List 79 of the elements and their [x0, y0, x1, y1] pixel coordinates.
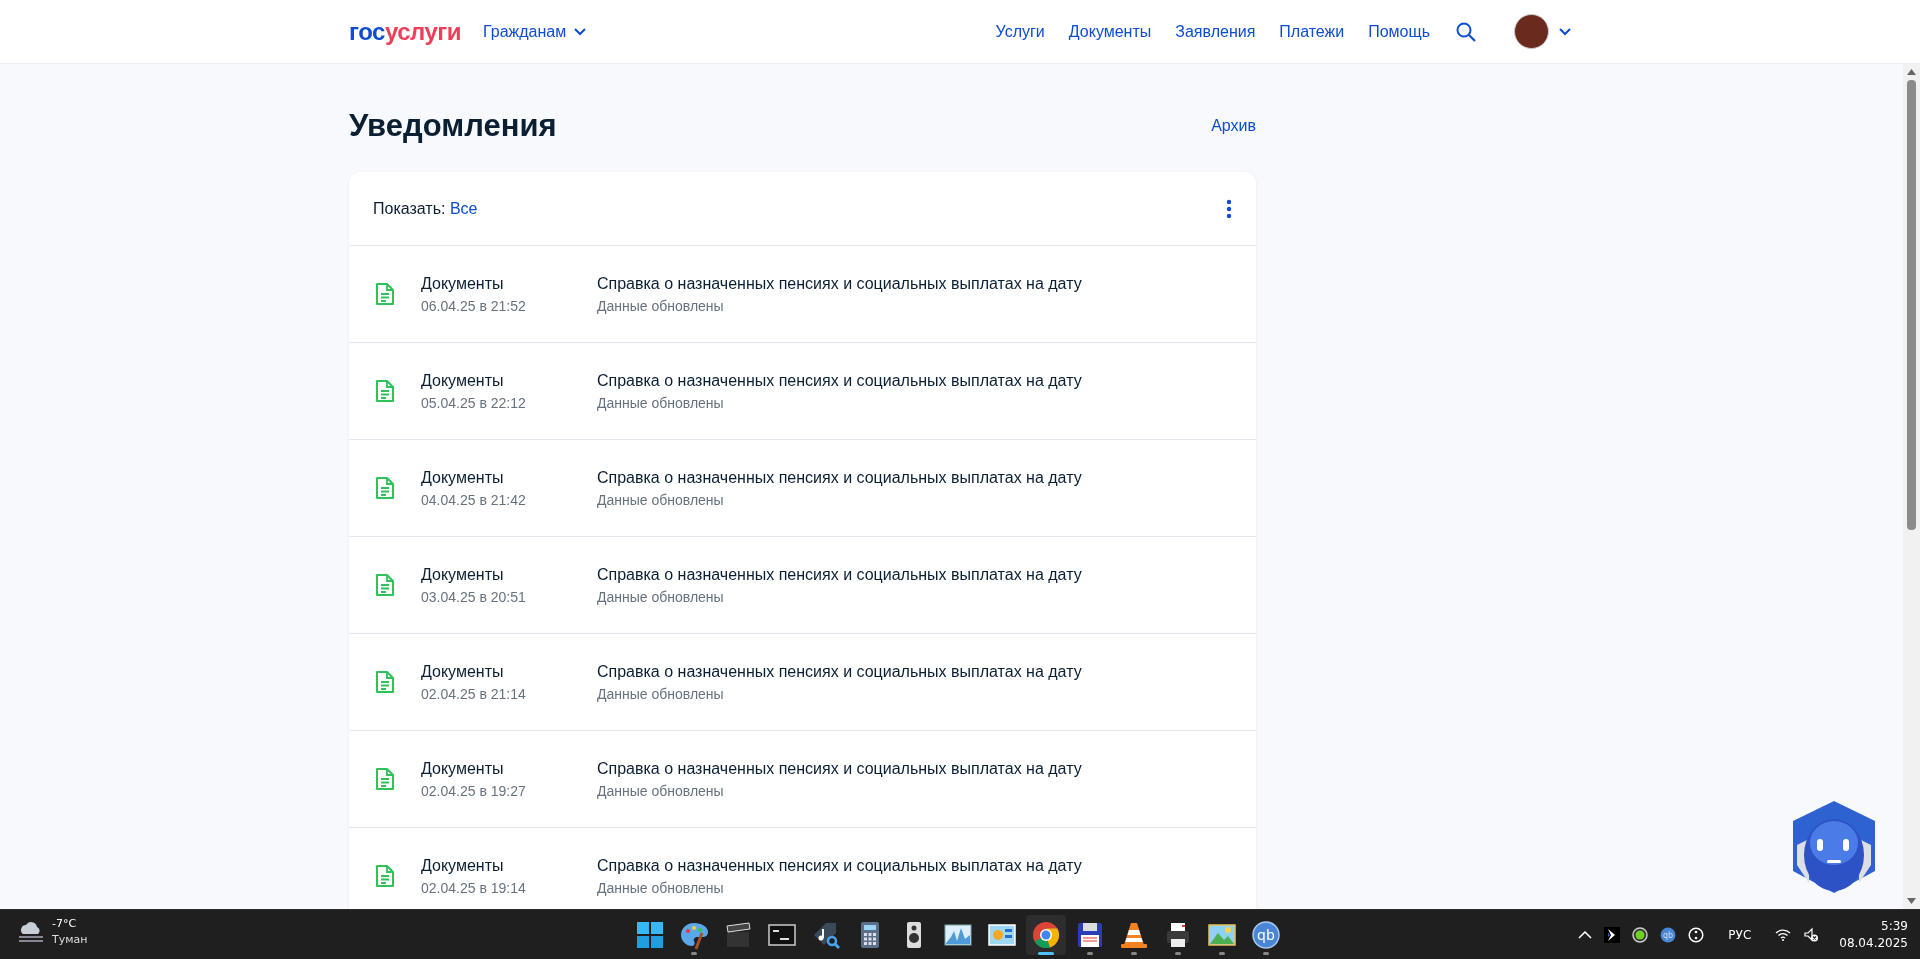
speaker-muted-icon[interactable]	[1803, 926, 1820, 943]
notification-title: Справка о назначенных пенсиях и социальных выплатах на дату	[597, 759, 1082, 778]
weather-condition: Туман	[52, 932, 88, 948]
taskbar-app[interactable]: qb	[1246, 914, 1286, 955]
notification-title: Справка о назначенных пенсиях и социальных выплатах на дату	[597, 274, 1082, 293]
notification-date: 03.04.25 в 20:51	[421, 588, 527, 605]
notification-title: Справка о назначенных пенсиях и социальных выплатах на дату	[597, 371, 1082, 390]
nav-link[interactable]: Помощь	[1368, 22, 1430, 41]
notification-status: Данные обновлены	[597, 685, 725, 702]
notification-date: 02.04.25 в 21:14	[421, 685, 527, 702]
filter-label: Показать: Все	[373, 199, 478, 218]
nav-link[interactable]: Заявления	[1175, 22, 1256, 41]
notification-title: Справка о назначенных пенсиях и социальных выплатах на дату	[597, 856, 1082, 875]
archive-link[interactable]: Архив	[1211, 117, 1256, 135]
document-icon	[375, 282, 395, 306]
chevron-down-icon[interactable]	[1559, 27, 1571, 36]
taskbar-app[interactable]	[1026, 914, 1066, 955]
notification-row[interactable]: Документы 05.04.25 в 22:12 Справка о назначенных пенсиях и социальных выплатах на дату Данные обновлены	[349, 343, 1256, 439]
notification-row[interactable]: Документы 03.04.25 в 20:51 Справка о назначенных пенсиях и социальных выплатах на дату Данные обновлены	[349, 537, 1256, 633]
weather-temperature: -7°C	[52, 916, 78, 932]
notification-category: Документы	[421, 662, 505, 681]
more-options-icon[interactable]	[1226, 198, 1232, 219]
app-label: qb	[1663, 930, 1674, 940]
notification-date: 02.04.25 в 19:14	[421, 879, 527, 896]
avatar[interactable]	[1514, 14, 1549, 49]
nav-link[interactable]: Документы	[1068, 22, 1152, 41]
document-icon	[375, 476, 395, 500]
notification-category: Документы	[421, 565, 505, 584]
document-icon	[375, 379, 395, 403]
status-ring-icon[interactable]	[1632, 926, 1649, 943]
wifi-icon[interactable]	[1775, 928, 1792, 941]
language-indicator[interactable]: РУС	[1728, 927, 1752, 942]
notification-title: Справка о назначенных пенсиях и социальных выплатах на дату	[597, 468, 1082, 487]
notification-status: Данные обновлены	[597, 394, 725, 411]
notification-date: 06.04.25 в 21:52	[421, 297, 527, 314]
page-title: Уведомления	[349, 108, 557, 144]
notification-category: Документы	[421, 274, 505, 293]
chevron-down-icon	[574, 27, 587, 36]
notification-row[interactable]: Документы 02.04.25 в 19:14 Справка о назначенных пенсиях и социальных выплатах на дату Данные обновлены	[349, 828, 1256, 909]
scrollbar[interactable]	[1903, 64, 1920, 909]
site-logo[interactable]: госуслуги	[349, 17, 461, 46]
notification-category: Документы	[421, 468, 505, 487]
chevron-up-icon[interactable]	[1578, 930, 1593, 939]
notification-row[interactable]: Документы 02.04.25 в 21:14 Справка о назначенных пенсиях и социальных выплатах на дату Данные обновлены	[349, 634, 1256, 730]
nav-link[interactable]: Платежи	[1279, 22, 1345, 41]
scrollbar-thumb[interactable]	[1907, 80, 1916, 530]
notification-row[interactable]: Документы 06.04.25 в 21:52 Справка о назначенных пенсиях и социальных выплатах на дату Данные обновлены	[349, 246, 1256, 342]
arrow-app-icon[interactable]	[1604, 926, 1621, 943]
notification-status: Данные обновлены	[597, 782, 725, 799]
notification-status: Данные обновлены	[597, 491, 725, 508]
notification-date: 05.04.25 в 22:12	[421, 394, 527, 411]
notification-category: Документы	[421, 856, 505, 875]
info-icon[interactable]	[1688, 926, 1705, 943]
search-icon[interactable]	[1456, 21, 1476, 42]
audience-dropdown[interactable]: Гражданам	[483, 22, 587, 41]
assistant-robot-icon[interactable]	[1791, 799, 1877, 895]
clock-time: 5:39	[1881, 917, 1908, 935]
nav-link[interactable]: Услуги	[995, 22, 1045, 41]
notification-status: Данные обновлены	[597, 297, 725, 314]
notification-title: Справка о назначенных пенсиях и социальных выплатах на дату	[597, 662, 1082, 681]
notification-date: 02.04.25 в 19:27	[421, 782, 527, 799]
app-label: qb	[1257, 926, 1275, 943]
notification-row[interactable]: Документы 02.04.25 в 19:27 Справка о назначенных пенсиях и социальных выплатах на дату Данные обновлены	[349, 731, 1256, 827]
notification-status: Данные обновлены	[597, 879, 725, 896]
notification-row[interactable]: Документы 04.04.25 в 21:42 Справка о назначенных пенсиях и социальных выплатах на дату Данные обновлены	[349, 440, 1256, 536]
fog-cloud-icon	[18, 920, 44, 944]
document-icon	[375, 670, 395, 694]
document-icon	[375, 573, 395, 597]
notification-title: Справка о назначенных пенсиях и социальных выплатах на дату	[597, 565, 1082, 584]
filter-link[interactable]: Все	[449, 199, 478, 217]
notification-status: Данные обновлены	[597, 588, 725, 605]
clock-date: 08.04.2025	[1839, 934, 1908, 952]
document-icon	[375, 864, 395, 888]
notification-date: 04.04.25 в 21:42	[421, 491, 527, 508]
scroll-up-icon[interactable]	[1906, 68, 1917, 76]
notification-category: Документы	[421, 759, 505, 778]
notification-category: Документы	[421, 371, 505, 390]
document-icon	[375, 767, 395, 791]
scroll-down-icon[interactable]	[1906, 897, 1917, 905]
